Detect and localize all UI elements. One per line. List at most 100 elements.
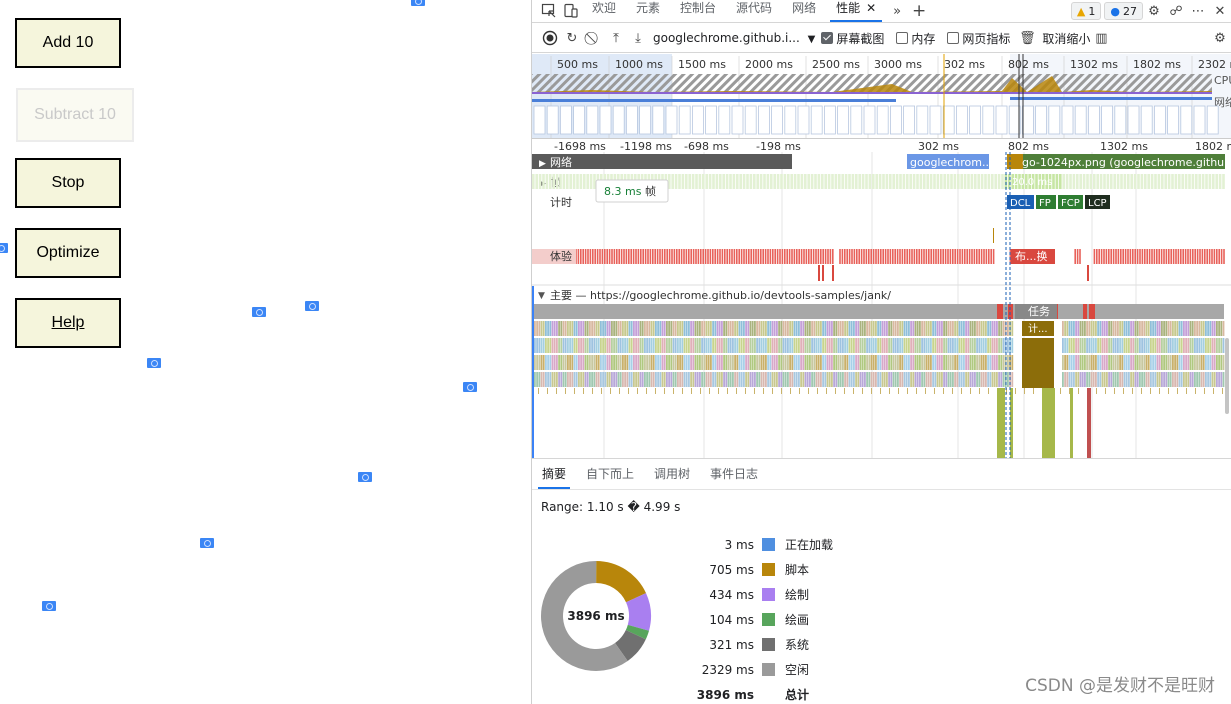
layout-shift-bar xyxy=(1192,249,1194,264)
activity-bar xyxy=(760,321,763,336)
activity-bar xyxy=(855,338,857,353)
activity-bar xyxy=(892,321,895,336)
more-tabs-icon[interactable]: » xyxy=(886,1,908,21)
download-profile-icon[interactable]: ⤓ xyxy=(627,28,649,48)
activity-bar xyxy=(549,321,552,336)
activity-bar xyxy=(1147,355,1150,370)
activity-bar xyxy=(606,355,609,370)
frame-bar xyxy=(715,174,719,189)
layout-shift-bar xyxy=(1098,249,1100,264)
activity-bar xyxy=(861,338,864,353)
activity-bar xyxy=(729,321,732,336)
screenshots-checkbox[interactable] xyxy=(821,32,834,44)
tab-performance[interactable]: 性能 ✕ xyxy=(826,0,886,22)
tab-event-log[interactable]: 事件日志 xyxy=(700,459,768,489)
summary-label: 空闲 xyxy=(785,663,810,677)
flame-chart[interactable]: ▶ 网络 googlechrom... go-1024px.png (googlech… xyxy=(532,152,1231,458)
settings-gear-icon[interactable]: ⚙ xyxy=(1143,1,1165,21)
activity-bar xyxy=(564,355,567,370)
activity-bar xyxy=(914,355,917,370)
activity-bar xyxy=(538,372,541,387)
activity-bar xyxy=(1128,355,1130,370)
help-button[interactable]: Help xyxy=(15,298,121,348)
cancel-zoom-button[interactable]: 取消缩小 xyxy=(1042,30,1090,47)
frame-bar xyxy=(967,174,970,189)
memory-checkbox[interactable] xyxy=(896,32,909,44)
screenshot-thumbnail xyxy=(1154,105,1166,135)
layout-shift-bar xyxy=(582,249,584,264)
frame-bar xyxy=(770,174,773,189)
device-emulation-icon[interactable] xyxy=(560,1,582,21)
warnings-badge[interactable]: ▲ 1 xyxy=(1070,2,1102,20)
timeline-overview[interactable]: 500 ms 1000 ms 1500 ms 2000 ms 2500 ms 3000 m… xyxy=(532,54,1231,139)
layout-shift-bar xyxy=(714,249,716,264)
record-icon[interactable] xyxy=(539,28,561,48)
map-icon[interactable]: ▥ xyxy=(1090,28,1112,48)
garbage-collect-icon[interactable]: 🗑 xyxy=(1016,28,1038,48)
capture-settings-icon[interactable]: ⚙ xyxy=(1209,28,1231,48)
layout-shift-bar xyxy=(1175,249,1177,264)
vertical-scrollbar[interactable] xyxy=(1225,338,1229,414)
frame-bar xyxy=(1069,174,1072,189)
add-tab-icon[interactable]: + xyxy=(908,1,930,21)
frame-bar xyxy=(953,174,957,189)
tab-summary[interactable]: 摘要 xyxy=(532,459,576,489)
tab-welcome[interactable]: 欢迎 xyxy=(582,0,626,22)
inspect-element-icon[interactable] xyxy=(538,1,560,21)
activity-bar xyxy=(943,338,945,353)
activity-bar xyxy=(580,321,582,336)
activity-bar xyxy=(701,355,703,370)
layout-shift-bar xyxy=(726,249,728,264)
tab-network[interactable]: 网络 xyxy=(782,0,826,22)
activity-bar xyxy=(758,338,761,353)
frame-bar xyxy=(766,174,770,189)
profile-select[interactable]: googlechrome.github.i... ▼ xyxy=(653,31,815,45)
clear-icon[interactable]: ⃠ xyxy=(583,28,605,48)
activity-bar xyxy=(655,321,657,336)
activity-bar xyxy=(534,355,536,370)
screenshot-thumbnail xyxy=(665,105,678,135)
activity-bar xyxy=(848,338,851,353)
layout-shift-bar xyxy=(1127,249,1129,264)
layout-shift-bar xyxy=(764,249,767,264)
layout-shift-bar xyxy=(1141,249,1144,264)
add-10-button[interactable]: Add 10 xyxy=(15,18,121,68)
frame-bar xyxy=(1154,174,1157,189)
tab-call-tree[interactable]: 调用树 xyxy=(644,459,700,489)
web-vitals-checkbox[interactable] xyxy=(947,32,960,44)
frame-bar xyxy=(1167,174,1171,189)
more-options-icon[interactable]: ⋯ xyxy=(1187,1,1209,21)
activity-bar xyxy=(1092,338,1095,353)
activity-bar xyxy=(956,338,959,353)
cpu-label: CPU xyxy=(1214,74,1231,87)
activity-bar xyxy=(1068,338,1071,353)
activity-bar xyxy=(877,321,879,336)
layout-shift-bar xyxy=(815,249,817,264)
reload-record-icon[interactable]: ↻ xyxy=(561,28,583,48)
messages-badge[interactable]: ● 27 xyxy=(1104,2,1143,20)
upload-profile-icon[interactable]: ⤒ xyxy=(605,28,627,48)
stop-button[interactable]: Stop xyxy=(15,158,121,208)
feedback-icon[interactable]: ☍ xyxy=(1165,1,1187,21)
activity-bar xyxy=(545,321,547,336)
layout-shift-tick xyxy=(822,265,824,281)
optimize-button[interactable]: Optimize xyxy=(15,228,121,278)
tab-console[interactable]: 控制台 xyxy=(670,0,726,22)
activity-bar xyxy=(879,355,882,370)
tab-elements[interactable]: 元素 xyxy=(626,0,670,22)
frame-bar xyxy=(572,174,576,189)
layout-shift-bar xyxy=(973,249,976,264)
close-tab-icon[interactable]: ✕ xyxy=(866,1,876,15)
activity-bar xyxy=(822,321,824,336)
activity-bar xyxy=(793,321,796,336)
tab-bottom-up[interactable]: 自下而上 xyxy=(576,459,644,489)
tab-sources[interactable]: 源代码 xyxy=(726,0,782,22)
layout-shift-bar xyxy=(656,249,659,264)
activity-bar xyxy=(666,355,668,370)
layout-shift-bar xyxy=(925,249,928,264)
activity-bar xyxy=(569,355,571,370)
close-devtools-icon[interactable]: ✕ xyxy=(1209,1,1231,21)
activity-bar xyxy=(1125,321,1128,336)
activity-bar xyxy=(765,338,767,353)
frame-bar xyxy=(936,174,940,189)
